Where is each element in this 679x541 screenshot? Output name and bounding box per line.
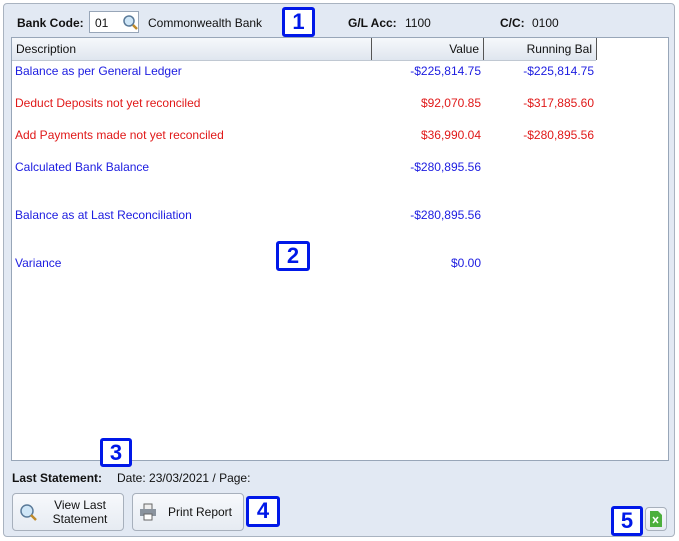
row-value: -$225,814.75 [410, 64, 481, 78]
last-statement-label: Last Statement: [12, 471, 103, 485]
row-value: $0.00 [450, 256, 481, 270]
row-running-bal: -$225,814.75 [523, 64, 594, 78]
table-row[interactable]: Balance as at Last Reconciliation -$280,8… [12, 204, 668, 236]
bank-code-input[interactable]: 01 [89, 11, 139, 33]
row-description: Variance [15, 256, 62, 270]
bank-code-label: Bank Code: [17, 16, 84, 30]
gl-account-value: 1100 [405, 16, 431, 30]
bank-name: Commonwealth Bank [148, 16, 263, 30]
row-running-bal: -$317,885.60 [523, 96, 594, 110]
row-description: Balance as per General Ledger [15, 64, 182, 78]
table-row[interactable]: Deduct Deposits not yet reconciled $92,07… [12, 92, 668, 124]
table-row[interactable]: Add Payments made not yet reconciled $36,… [12, 124, 668, 156]
last-statement-value: Date: 23/03/2021 / Page: [117, 471, 251, 485]
column-header-description[interactable]: Description [12, 38, 372, 60]
row-value: -$280,895.56 [410, 208, 481, 222]
view-last-statement-label: View Last Statement [52, 498, 108, 526]
excel-icon [650, 511, 662, 527]
magnifier-icon [20, 504, 37, 521]
printer-icon [140, 503, 156, 521]
table-row[interactable]: Balance as per General Ledger -$225,814.7… [12, 60, 668, 92]
row-description: Add Payments made not yet reconciled [15, 128, 224, 142]
bank-code-value: 01 [95, 16, 109, 30]
row-value: -$280,895.56 [410, 160, 481, 174]
row-description: Balance as at Last Reconciliation [15, 208, 192, 222]
search-icon[interactable] [122, 14, 138, 30]
column-header-running-bal[interactable]: Running Bal [484, 38, 597, 60]
callout-badge-1: 1 [282, 7, 315, 37]
table-row[interactable]: Calculated Bank Balance -$280,895.56 [12, 156, 668, 188]
row-running-bal: -$280,895.56 [523, 128, 594, 142]
row-value: $92,070.85 [420, 96, 481, 110]
gl-account-label: G/L Acc: [348, 16, 397, 30]
row-description: Calculated Bank Balance [15, 160, 150, 174]
print-report-label: Print Report [167, 505, 233, 519]
row-description: Deduct Deposits not yet reconciled [15, 96, 201, 110]
cost-centre-value: 0100 [532, 16, 559, 30]
column-header-value[interactable]: Value [372, 38, 484, 60]
print-report-button[interactable]: Print Report [132, 493, 244, 531]
table-row[interactable]: Variance $0.00 [12, 252, 668, 284]
grid-header: Description Value Running Bal [12, 38, 597, 61]
callout-badge-2: 2 [276, 241, 310, 271]
reconciliation-grid: Description Value Running Bal Balance as… [11, 37, 669, 461]
view-last-statement-button[interactable]: View Last Statement [12, 493, 124, 531]
callout-badge-4: 4 [246, 496, 280, 527]
cost-centre-label: C/C: [500, 16, 525, 30]
callout-badge-5: 5 [611, 506, 643, 536]
row-value: $36,990.04 [420, 128, 481, 142]
callout-badge-3: 3 [100, 438, 132, 467]
export-excel-button[interactable] [645, 507, 667, 531]
